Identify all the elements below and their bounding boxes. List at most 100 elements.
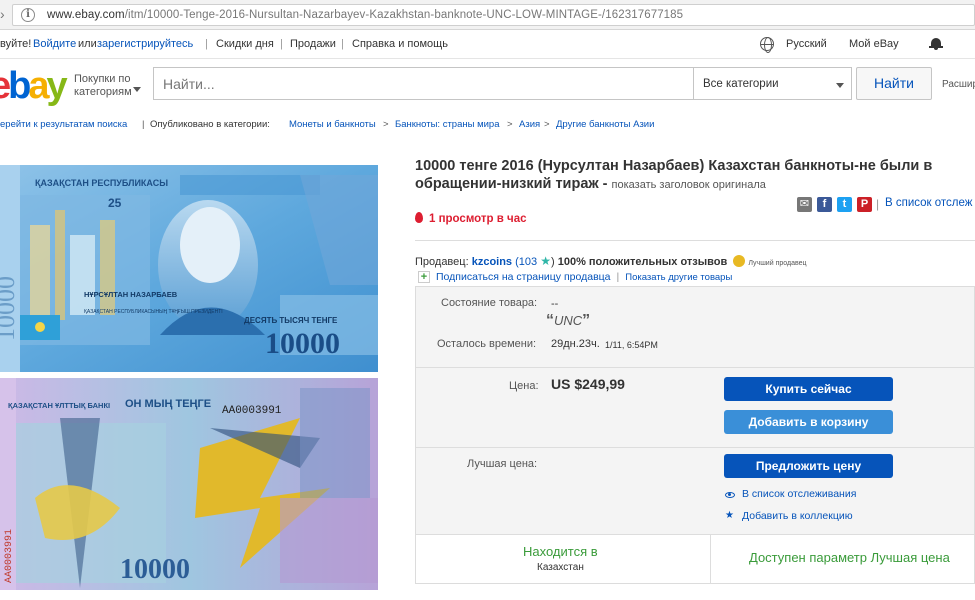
- listing-title-continued: обращении-низкий тираж -: [415, 176, 608, 192]
- separator: |: [205, 38, 208, 50]
- divider: [415, 240, 975, 241]
- caret-down-icon: [836, 83, 844, 88]
- breadcrumb-item[interactable]: Монеты и банкноты: [289, 119, 376, 130]
- deals-link[interactable]: Скидки дня: [216, 38, 274, 50]
- add-to-collection-link[interactable]: Добавить в коллекцию: [742, 510, 853, 522]
- separator: |: [142, 119, 145, 130]
- shop-by-category-button[interactable]: Покупки по категориям: [74, 73, 132, 99]
- seller-other-items-link[interactable]: Показать другие товары: [625, 272, 732, 283]
- language-selector[interactable]: Русский: [786, 38, 827, 50]
- condition-label: Состояние товара:: [441, 297, 538, 309]
- global-header: вуйте! Войдите или зарегистрируйтесь | С…: [0, 31, 975, 59]
- search-input[interactable]: Найти...: [153, 67, 693, 100]
- breadcrumb-item[interactable]: Банкноты: страны мира: [395, 119, 500, 130]
- views-per-hour: 1 просмотр в час: [415, 212, 527, 225]
- separator: |: [616, 271, 620, 283]
- ebay-logo[interactable]: ebay: [0, 66, 70, 106]
- make-offer-button[interactable]: Предложить цену: [724, 454, 893, 478]
- caret-down-icon: [133, 87, 141, 92]
- banknote-text: 10000: [120, 554, 190, 585]
- globe-icon[interactable]: [760, 37, 774, 53]
- my-ebay-link[interactable]: Мой eBay: [849, 38, 899, 50]
- banknote-text: 10000: [265, 327, 340, 360]
- advanced-search-link[interactable]: Расшир: [942, 79, 975, 90]
- banknote-text: 10000: [0, 276, 20, 341]
- divider: [416, 447, 975, 448]
- flame-icon: [415, 212, 423, 223]
- condition-value: --: [551, 298, 559, 310]
- facebook-share-icon[interactable]: f: [817, 197, 832, 212]
- breadcrumb-item[interactable]: Другие банкноты Азии: [556, 119, 654, 130]
- chevron-right-icon: ›: [0, 6, 5, 22]
- follow-seller-link[interactable]: Подписаться на страницу продавца: [436, 271, 611, 283]
- url-text[interactable]: www.ebay.com/itm/10000-Tenge-2016-Nursul…: [47, 9, 683, 21]
- shop-by-category-label: Покупки по категориям: [74, 73, 132, 98]
- banknote-front-image[interactable]: ҚАЗАҚСТАН РЕСПУБЛИКАСЫ 25 НҰРСҰЛТАН НАЗА…: [0, 165, 378, 372]
- time-left-label: Осталось времени:: [437, 338, 537, 350]
- add-to-watchlist-link[interactable]: В список отслеж: [885, 197, 972, 209]
- back-to-results-link[interactable]: ерейти к результатам поиска: [0, 119, 127, 130]
- star-icon: ★: [725, 510, 734, 521]
- shipping-info-row: Находится в Казахстан Доступен параметр …: [416, 534, 974, 584]
- seller-positive-feedback: 100% положительных отзывов: [557, 256, 728, 268]
- banknote-text: АА0003991: [4, 529, 15, 583]
- divider: [710, 535, 711, 584]
- best-offer-label: Лучшая цена:: [467, 458, 538, 470]
- listing-title-line2: обращении-низкий тираж - показать заголо…: [415, 176, 766, 192]
- sell-link[interactable]: Продажи: [290, 38, 336, 50]
- top-seller-label: Лучший продавец: [748, 260, 807, 267]
- time-left-date: 1/11, 6:54PM: [605, 340, 658, 350]
- separator: |: [876, 197, 880, 211]
- pinterest-share-icon[interactable]: P: [857, 197, 872, 212]
- url-field[interactable]: i www.ebay.com/itm/10000-Tenge-2016-Nurs…: [12, 4, 975, 26]
- info-icon[interactable]: i: [21, 8, 35, 22]
- separator: |: [280, 38, 283, 50]
- notification-bell-icon[interactable]: [929, 37, 943, 50]
- condition-note: “UNC”: [546, 312, 591, 329]
- category-select-value: Все категории: [703, 78, 779, 90]
- search-button[interactable]: Найти: [856, 67, 932, 100]
- or-text: или: [78, 38, 97, 50]
- seller-label: Продавец:: [415, 256, 469, 268]
- add-to-cart-button[interactable]: Добавить в корзину: [724, 410, 893, 434]
- banknote-text: ҚАЗАҚСТАН РЕСПУБЛИКАСЫНЫҢ ТҰҢҒЫШ ПРЕЗИДЕ…: [84, 309, 223, 315]
- breadcrumb-item[interactable]: Азия: [519, 119, 540, 130]
- seller-name-link[interactable]: kzcoins: [472, 256, 512, 268]
- category-select[interactable]: Все категории: [693, 67, 852, 100]
- price-label: Цена:: [509, 380, 539, 392]
- price-value: US $249,99: [551, 376, 625, 392]
- time-left-value: 29дн.23ч.: [551, 338, 600, 350]
- banknote-text: АА0003991: [222, 405, 282, 417]
- banknote-text: 25: [108, 196, 122, 210]
- listed-in-label: Опубликовано в категории:: [150, 119, 270, 130]
- banknote-text: ОН МЫҢ ТЕҢГЕ: [125, 398, 211, 410]
- divider: [416, 367, 975, 368]
- banknote-text: ҚАЗАҚСТАН РЕСПУБЛИКАСЫ: [35, 178, 168, 188]
- item-location-title: Находится в: [523, 544, 598, 559]
- signin-link[interactable]: Войдите: [33, 38, 76, 50]
- browser-address-bar: › i www.ebay.com/itm/10000-Tenge-2016-Nu…: [0, 0, 975, 30]
- listing-title: 10000 тенге 2016 (Нурсултан Назарбаев) К…: [415, 158, 933, 174]
- breadcrumb-separator: >: [544, 119, 550, 130]
- show-original-title-link[interactable]: показать заголовок оригинала: [612, 179, 766, 191]
- seller-actions: + Подписаться на страницу продавца | Показа…: [418, 271, 732, 283]
- register-link[interactable]: зарегистрируйтесь: [97, 38, 193, 50]
- url-path: /itm/10000-Tenge-2016-Nursultan-Nazarbay…: [124, 9, 684, 21]
- banknote-text: ДЕСЯТЬ ТЫСЯЧ ТЕНГЕ: [244, 316, 338, 325]
- banknote-text: НҰРСҰЛТАН НАЗАРБАЕВ: [84, 290, 178, 299]
- search-placeholder: Найти...: [163, 76, 215, 92]
- url-host: www.ebay.com: [47, 9, 125, 21]
- eye-icon: [725, 492, 735, 498]
- twitter-share-icon[interactable]: t: [837, 197, 852, 212]
- condition-note-text: UNC: [554, 313, 583, 328]
- best-offer-available-text: Доступен параметр Лучшая цена: [749, 550, 950, 565]
- separator: |: [341, 38, 344, 50]
- feedback-star-icon: ★: [540, 254, 551, 268]
- buy-now-button[interactable]: Купить сейчас: [724, 377, 893, 401]
- seller-feedback-score[interactable]: (103: [515, 256, 537, 268]
- help-link[interactable]: Справка и помощь: [352, 38, 448, 50]
- plus-icon[interactable]: +: [418, 271, 430, 283]
- email-share-icon[interactable]: ✉: [797, 197, 812, 212]
- banknote-back-image[interactable]: ҚАЗАҚСТАН ҰЛТТЫҚ БАНКІ ОН МЫҢ ТЕҢГЕ АА00…: [0, 378, 378, 590]
- watch-link[interactable]: В список отслеживания: [742, 488, 856, 500]
